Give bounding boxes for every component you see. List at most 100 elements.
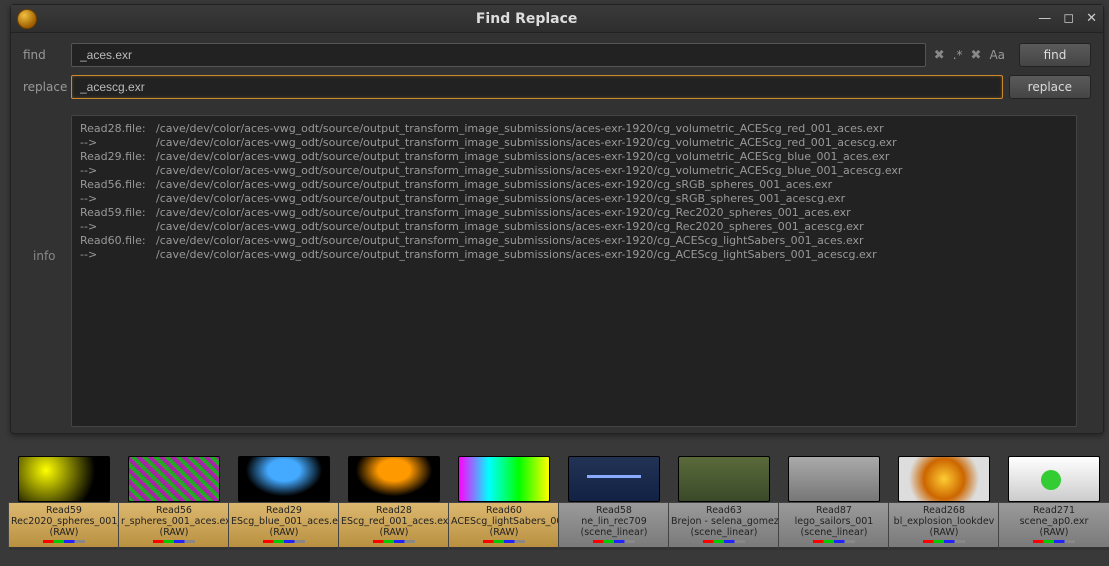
- channel-strip-icon: [263, 540, 305, 543]
- node-label: Read28EScg_red_001_aces.exr(RAW): [338, 502, 450, 550]
- read-node[interactable]: Read58ne_lin_rec709(scene_linear): [568, 456, 660, 550]
- titlebar[interactable]: Find Replace — ◻ ✕: [11, 5, 1103, 33]
- read-node[interactable]: Read59Rec2020_spheres_001_aces.exr(RAW): [18, 456, 110, 550]
- node-file: ne_lin_rec709: [561, 516, 667, 527]
- channel-strip-icon: [593, 540, 635, 543]
- clear-case-icon[interactable]: ✖: [969, 48, 984, 63]
- result-key: Read28.file:: [80, 122, 156, 136]
- node-thumbnail: [128, 456, 220, 502]
- replace-input[interactable]: [71, 75, 1003, 99]
- result-path: /cave/dev/color/aces-vwg_odt/source/outp…: [156, 234, 864, 248]
- channel-strip-icon: [43, 540, 85, 543]
- read-node[interactable]: Read271scene_ap0.exr(RAW): [1008, 456, 1100, 550]
- node-colorspace: (scene_linear): [561, 527, 667, 538]
- node-colorspace: (RAW): [891, 527, 997, 538]
- node-colorspace: (RAW): [121, 527, 227, 538]
- read-node[interactable]: Read63Brejon - selena_gomez(scene_linear…: [678, 456, 770, 550]
- result-key: -->: [80, 248, 156, 262]
- result-path: /cave/dev/color/aces-vwg_odt/source/outp…: [156, 206, 851, 220]
- node-colorspace: (RAW): [11, 527, 117, 538]
- result-path: /cave/dev/color/aces-vwg_odt/source/outp…: [156, 136, 897, 150]
- window-title: Find Replace: [15, 11, 1038, 27]
- find-input[interactable]: [71, 43, 926, 67]
- node-colorspace: (RAW): [231, 527, 337, 538]
- channel-strip-icon: [153, 540, 195, 543]
- node-label: Read87lego_sailors_001(scene_linear): [778, 502, 890, 550]
- result-path: /cave/dev/color/aces-vwg_odt/source/outp…: [156, 178, 832, 192]
- result-path: /cave/dev/color/aces-vwg_odt/source/outp…: [156, 164, 902, 178]
- node-thumbnail: [788, 456, 880, 502]
- node-thumbnail: [678, 456, 770, 502]
- node-file: r_spheres_001_aces.exr: [121, 516, 227, 527]
- result-row: -->/cave/dev/color/aces-vwg_odt/source/o…: [80, 220, 1068, 234]
- node-file: Rec2020_spheres_001_aces.exr: [11, 516, 117, 527]
- find-label: find: [23, 48, 71, 62]
- node-label: Read60ACEScg_lightSabers_001_aces.exr(RA…: [448, 502, 560, 550]
- node-name: Read268: [891, 505, 997, 516]
- result-key: Read29.file:: [80, 150, 156, 164]
- node-name: Read60: [451, 505, 557, 516]
- node-colorspace: (scene_linear): [671, 527, 777, 538]
- result-key: -->: [80, 136, 156, 150]
- result-path: /cave/dev/color/aces-vwg_odt/source/outp…: [156, 220, 864, 234]
- result-row: Read29.file:/cave/dev/color/aces-vwg_odt…: [80, 150, 1068, 164]
- node-file: bl_explosion_lookdev: [891, 516, 997, 527]
- node-name: Read58: [561, 505, 667, 516]
- result-row: -->/cave/dev/color/aces-vwg_odt/source/o…: [80, 248, 1068, 262]
- node-colorspace: (scene_linear): [781, 527, 887, 538]
- case-toggle[interactable]: Aa: [987, 48, 1007, 62]
- node-label: Read56r_spheres_001_aces.exr(RAW): [118, 502, 230, 550]
- replace-label: replace: [23, 80, 71, 94]
- node-name: Read56: [121, 505, 227, 516]
- node-graph-strip[interactable]: Read59Rec2020_spheres_001_aces.exr(RAW)R…: [0, 456, 1109, 566]
- node-file: EScg_red_001_aces.exr: [341, 516, 447, 527]
- result-row: Read28.file:/cave/dev/color/aces-vwg_odt…: [80, 122, 1068, 136]
- close-button[interactable]: ✕: [1086, 11, 1097, 26]
- node-thumbnail: [898, 456, 990, 502]
- info-label: info: [33, 249, 56, 263]
- form-area: find ✖ .* ✖ Aa find replace replace: [11, 33, 1103, 113]
- node-label: Read63Brejon - selena_gomez(scene_linear…: [668, 502, 780, 550]
- result-key: Read56.file:: [80, 178, 156, 192]
- maximize-button[interactable]: ◻: [1063, 11, 1074, 26]
- read-node[interactable]: Read60ACEScg_lightSabers_001_aces.exr(RA…: [458, 456, 550, 550]
- node-name: Read63: [671, 505, 777, 516]
- result-row: Read59.file:/cave/dev/color/aces-vwg_odt…: [80, 206, 1068, 220]
- find-button[interactable]: find: [1019, 43, 1091, 67]
- result-row: -->/cave/dev/color/aces-vwg_odt/source/o…: [80, 136, 1068, 150]
- result-path: /cave/dev/color/aces-vwg_odt/source/outp…: [156, 248, 877, 262]
- node-thumbnail: [1008, 456, 1100, 502]
- read-node[interactable]: Read87lego_sailors_001(scene_linear): [788, 456, 880, 550]
- node-colorspace: (RAW): [1001, 527, 1107, 538]
- read-node[interactable]: Read28EScg_red_001_aces.exr(RAW): [348, 456, 440, 550]
- channel-strip-icon: [703, 540, 745, 543]
- replace-button[interactable]: replace: [1009, 75, 1091, 99]
- node-name: Read271: [1001, 505, 1107, 516]
- result-key: -->: [80, 192, 156, 206]
- results-textbox[interactable]: Read28.file:/cave/dev/color/aces-vwg_odt…: [71, 115, 1077, 427]
- result-path: /cave/dev/color/aces-vwg_odt/source/outp…: [156, 192, 845, 206]
- node-name: Read29: [231, 505, 337, 516]
- regex-toggle[interactable]: .*: [951, 48, 965, 62]
- node-label: Read271scene_ap0.exr(RAW): [998, 502, 1109, 550]
- node-file: Brejon - selena_gomez: [671, 516, 777, 527]
- node-file: ACEScg_lightSabers_001_aces.exr: [451, 516, 557, 527]
- node-thumbnail: [18, 456, 110, 502]
- result-key: Read59.file:: [80, 206, 156, 220]
- result-key: -->: [80, 164, 156, 178]
- minimize-button[interactable]: —: [1038, 11, 1051, 26]
- result-key: Read60.file:: [80, 234, 156, 248]
- read-node[interactable]: Read29EScg_blue_001_aces.exr(RAW): [238, 456, 330, 550]
- channel-strip-icon: [813, 540, 855, 543]
- clear-regex-icon[interactable]: ✖: [932, 48, 947, 63]
- result-row: -->/cave/dev/color/aces-vwg_odt/source/o…: [80, 164, 1068, 178]
- read-node[interactable]: Read268bl_explosion_lookdev(RAW): [898, 456, 990, 550]
- channel-strip-icon: [1033, 540, 1075, 543]
- read-node[interactable]: Read56r_spheres_001_aces.exr(RAW): [128, 456, 220, 550]
- find-options: ✖ .* ✖ Aa: [932, 48, 1007, 63]
- result-row: Read60.file:/cave/dev/color/aces-vwg_odt…: [80, 234, 1068, 248]
- node-label: Read29EScg_blue_001_aces.exr(RAW): [228, 502, 340, 550]
- node-thumbnail: [238, 456, 330, 502]
- node-colorspace: (RAW): [341, 527, 447, 538]
- node-thumbnail: [568, 456, 660, 502]
